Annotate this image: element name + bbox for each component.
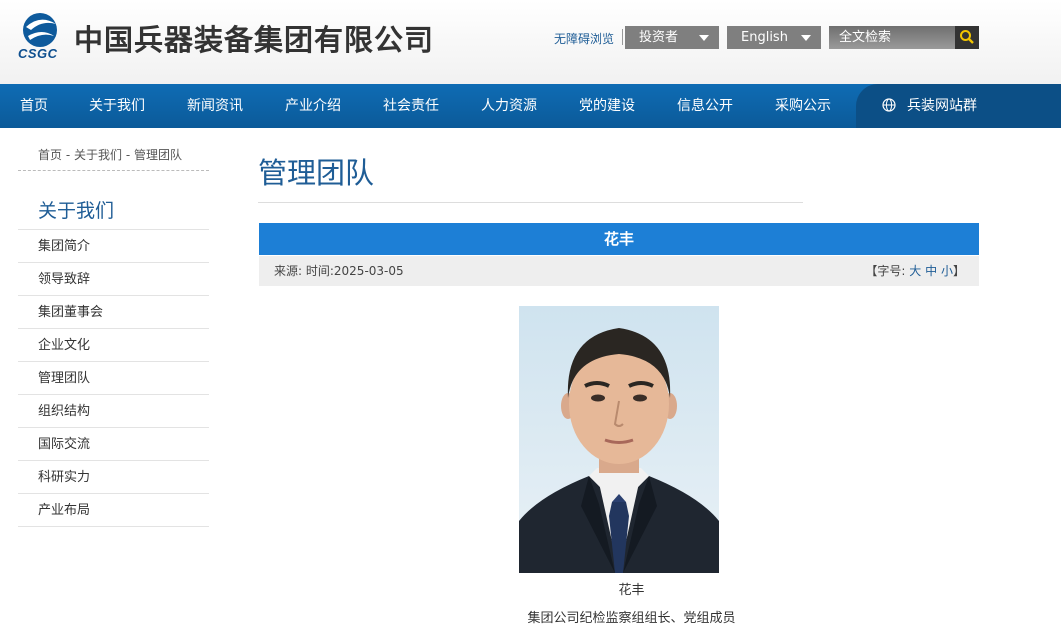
chevron-down-icon xyxy=(801,35,811,41)
sidebar-menu: 集团简介 领导致辞 集团董事会 企业文化 管理团队 组织结构 国际交流 科研实力… xyxy=(18,229,209,527)
globe-icon xyxy=(882,98,896,112)
nav-item-home[interactable]: 首页 xyxy=(20,84,48,128)
sidebar-item-research[interactable]: 科研实力 xyxy=(18,460,209,493)
search-input[interactable]: 全文检索 xyxy=(829,26,955,49)
divider xyxy=(622,29,623,45)
font-size-control: 【字号: 大 中 小】 xyxy=(865,256,965,286)
sidebar-item-layout[interactable]: 产业布局 xyxy=(18,493,209,527)
nav-item-procurement[interactable]: 采购公示 xyxy=(775,84,831,128)
article-source-date: 来源: 时间:2025-03-05 xyxy=(274,264,404,278)
sidebar-item-board[interactable]: 集团董事会 xyxy=(18,295,209,328)
search-icon xyxy=(960,30,974,44)
breadcrumb-current: 管理团队 xyxy=(133,148,182,162)
breadcrumb: 首页 - 关于我们 - 管理团队 xyxy=(38,146,182,163)
nav-item-responsibility[interactable]: 社会责任 xyxy=(383,84,439,128)
breadcrumb-about[interactable]: 关于我们 xyxy=(74,148,122,162)
sidebar-item-organization[interactable]: 组织结构 xyxy=(18,394,209,427)
investor-dropdown-label: 投资者 xyxy=(639,30,679,45)
font-size-large[interactable]: 大 xyxy=(909,264,921,278)
breadcrumb-separator: - xyxy=(122,148,134,162)
font-size-label: 【字号: xyxy=(865,264,910,278)
nav-item-disclosure[interactable]: 信息公开 xyxy=(677,84,733,128)
site-group-link[interactable]: 兵装网站群 xyxy=(856,84,1061,128)
sidebar-item-leader-message[interactable]: 领导致辞 xyxy=(18,262,209,295)
article-meta: 来源: 时间:2025-03-05 【字号: 大 中 小】 xyxy=(259,256,979,286)
nav-item-hr[interactable]: 人力资源 xyxy=(481,84,537,128)
sidebar-item-management[interactable]: 管理团队 xyxy=(18,361,209,394)
sidebar-item-profile[interactable]: 集团简介 xyxy=(18,229,209,262)
divider xyxy=(18,170,209,171)
nav-item-about[interactable]: 关于我们 xyxy=(89,84,145,128)
language-dropdown-label: English xyxy=(741,30,788,45)
photo-caption-title: 集团公司纪检监察组组长、党组成员 xyxy=(527,611,736,626)
portrait-photo xyxy=(519,306,719,573)
nav-item-party[interactable]: 党的建设 xyxy=(579,84,635,128)
sidebar-item-international[interactable]: 国际交流 xyxy=(18,427,209,460)
site-header: CSGC 中国兵器装备集团有限公司 无障碍浏览 投资者 English 全文检索 xyxy=(0,0,1061,84)
search-button[interactable] xyxy=(955,26,979,49)
nav-item-news[interactable]: 新闻资讯 xyxy=(187,84,243,128)
chevron-down-icon xyxy=(699,35,709,41)
logo-text: CSGC xyxy=(18,46,58,61)
font-size-small[interactable]: 小 xyxy=(941,264,953,278)
site-group-label: 兵装网站群 xyxy=(907,98,977,114)
nav-item-industry[interactable]: 产业介绍 xyxy=(285,84,341,128)
sidebar-title: 关于我们 xyxy=(38,200,115,222)
font-size-medium[interactable]: 中 xyxy=(925,264,937,278)
investor-dropdown[interactable]: 投资者 xyxy=(625,26,719,49)
font-size-bracket: 】 xyxy=(952,264,965,278)
company-name[interactable]: 中国兵器装备集团有限公司 xyxy=(74,17,434,59)
breadcrumb-separator: - xyxy=(62,148,74,162)
breadcrumb-home[interactable]: 首页 xyxy=(38,148,62,162)
page-title: 管理团队 xyxy=(258,156,375,190)
article-title: 花丰 xyxy=(259,223,979,255)
divider xyxy=(258,202,803,203)
accessibility-link[interactable]: 无障碍浏览 xyxy=(554,30,614,47)
sidebar-item-culture[interactable]: 企业文化 xyxy=(18,328,209,361)
language-dropdown[interactable]: English xyxy=(727,26,821,49)
photo-caption-name: 花丰 xyxy=(618,583,645,598)
